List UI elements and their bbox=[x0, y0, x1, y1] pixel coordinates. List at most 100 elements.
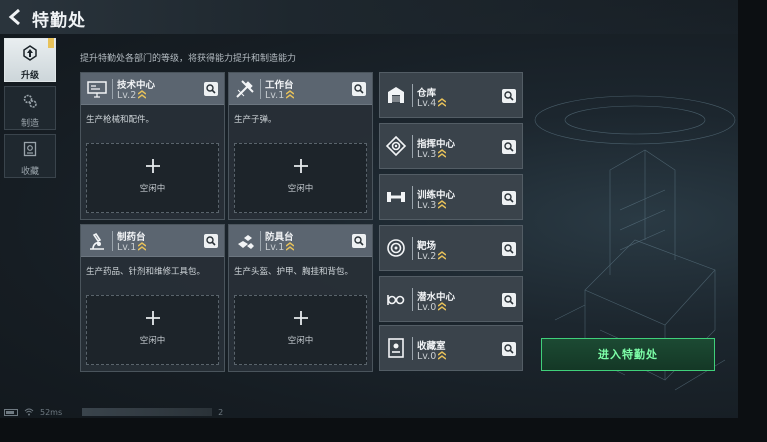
facility-level: Lv.2 bbox=[117, 90, 147, 101]
search-icon bbox=[504, 295, 514, 305]
production-slot[interactable]: 空闲中 bbox=[86, 143, 219, 213]
rank-chevron-icon bbox=[438, 149, 447, 158]
inspect-button[interactable] bbox=[502, 242, 516, 256]
facility-name: 制药台 bbox=[117, 232, 146, 243]
card-header: 制药台 Lv.1 bbox=[81, 225, 224, 257]
search-icon bbox=[206, 236, 216, 246]
slot-status: 空闲中 bbox=[287, 184, 314, 194]
facility-description: 生产头盔、护甲、胸挂和背包。 bbox=[234, 267, 354, 277]
production-slot[interactable]: 空闲中 bbox=[234, 143, 367, 213]
facility-warehouse[interactable]: 仓库 Lv.4 bbox=[379, 72, 523, 118]
facility-name: 收藏室 bbox=[417, 341, 446, 352]
rank-chevron-icon bbox=[438, 251, 447, 260]
page-title: 特勤处 bbox=[32, 11, 86, 31]
search-icon bbox=[504, 91, 514, 101]
facility-name: 靶场 bbox=[417, 241, 437, 252]
tab-craft[interactable]: 制造 bbox=[4, 86, 56, 130]
inspect-button[interactable] bbox=[352, 234, 366, 248]
facility-level: Lv.0 bbox=[417, 351, 447, 362]
rank-chevron-icon bbox=[438, 200, 447, 209]
facility-level: Lv.3 bbox=[417, 149, 447, 160]
gears-icon bbox=[23, 94, 37, 108]
card-pharmacy: 制药台 Lv.1 生产药品、针剂和维修工具包。 空闲中 bbox=[80, 224, 225, 372]
collection-icon bbox=[23, 141, 37, 157]
plus-icon bbox=[293, 159, 308, 173]
computer-icon bbox=[86, 78, 108, 100]
inspect-button[interactable] bbox=[502, 293, 516, 307]
production-slot[interactable]: 空闲中 bbox=[234, 295, 367, 365]
back-button[interactable] bbox=[6, 7, 26, 27]
card-workbench: 工作台 Lv.1 生产子弹。 空闲中 bbox=[228, 72, 373, 220]
facility-name: 仓库 bbox=[417, 88, 437, 99]
plus-icon bbox=[145, 311, 160, 325]
facility-name: 潜水中心 bbox=[417, 292, 456, 303]
inspect-button[interactable] bbox=[352, 82, 366, 96]
facility-level: Lv.1 bbox=[265, 90, 295, 101]
facility-description: 生产药品、针剂和维修工具包。 bbox=[86, 267, 206, 277]
tab-collection[interactable]: 收藏 bbox=[4, 134, 56, 178]
sidebar-tabs: 升级 制造 收藏 bbox=[4, 38, 56, 182]
search-icon bbox=[354, 84, 364, 94]
card-armor-bench: 防具台 Lv.1 生产头盔、护甲、胸挂和背包。 空闲中 bbox=[228, 224, 373, 372]
facility-name: 技术中心 bbox=[117, 80, 156, 91]
wifi-icon bbox=[24, 408, 34, 416]
tab-upgrade[interactable]: 升级 bbox=[4, 38, 56, 82]
facility-level: Lv.4 bbox=[417, 98, 447, 109]
rank-chevron-icon bbox=[438, 98, 447, 107]
facility-level: Lv.1 bbox=[117, 242, 147, 253]
facility-name: 工作台 bbox=[265, 80, 294, 91]
inspect-button[interactable] bbox=[204, 82, 218, 96]
player-id-suffix: 2 bbox=[218, 407, 224, 417]
card-header: 工作台 Lv.1 bbox=[229, 73, 372, 105]
tab-collection-label: 收藏 bbox=[20, 167, 39, 177]
inspect-button[interactable] bbox=[502, 140, 516, 154]
facility-training-center[interactable]: 训练中心 Lv.3 bbox=[379, 174, 523, 220]
player-id-bar bbox=[82, 408, 213, 416]
rank-chevron-icon bbox=[286, 90, 295, 99]
search-icon bbox=[504, 344, 514, 354]
upgrade-icon bbox=[23, 45, 37, 61]
facility-command-center[interactable]: 指挥中心 Lv.3 bbox=[379, 123, 523, 169]
trophy-room-icon bbox=[384, 336, 408, 360]
rank-chevron-icon bbox=[438, 351, 447, 360]
slot-status: 空闲中 bbox=[139, 184, 166, 194]
rank-chevron-icon bbox=[286, 242, 295, 251]
ping-readout: 52ms bbox=[40, 407, 63, 417]
facility-level: Lv.2 bbox=[417, 251, 447, 262]
tab-craft-label: 制造 bbox=[20, 119, 39, 129]
search-icon bbox=[504, 244, 514, 254]
facility-level: Lv.1 bbox=[265, 242, 295, 253]
battery-icon bbox=[4, 408, 18, 416]
production-slot[interactable]: 空闲中 bbox=[86, 295, 219, 365]
search-icon bbox=[504, 142, 514, 152]
slot-status: 空闲中 bbox=[287, 336, 314, 346]
facility-diving-center[interactable]: 潜水中心 Lv.0 bbox=[379, 276, 523, 322]
inspect-button[interactable] bbox=[502, 342, 516, 356]
search-icon bbox=[206, 84, 216, 94]
diving-icon bbox=[384, 287, 408, 311]
warehouse-icon bbox=[384, 83, 408, 107]
screen-bezel bbox=[738, 0, 767, 442]
inspect-button[interactable] bbox=[502, 89, 516, 103]
page-subtitle: 提升特勤处各部门的等级，将获得能力提升和制造能力 bbox=[80, 54, 297, 64]
inspect-button[interactable] bbox=[502, 191, 516, 205]
screen-bezel bbox=[0, 418, 767, 442]
game-screen: 特勤处 升级 制造 收藏 提升特勤处各部门的等级，将获得能力提升和制造能力 技术… bbox=[0, 0, 738, 418]
tools-icon bbox=[234, 78, 256, 100]
card-header: 技术中心 Lv.2 bbox=[81, 73, 224, 105]
facility-shooting-range[interactable]: 靶场 Lv.2 bbox=[379, 225, 523, 271]
facility-collection-room[interactable]: 收藏室 Lv.0 bbox=[379, 325, 523, 371]
facility-description: 生产枪械和配件。 bbox=[86, 115, 155, 125]
card-tech-center: 技术中心 Lv.2 生产枪械和配件。 空闲中 bbox=[80, 72, 225, 220]
inspect-button[interactable] bbox=[204, 234, 218, 248]
rank-chevron-icon bbox=[438, 302, 447, 311]
chevron-left-icon bbox=[8, 8, 20, 26]
status-bar: 52ms 2 bbox=[4, 406, 223, 418]
rank-chevron-icon bbox=[138, 90, 147, 99]
facility-description: 生产子弹。 bbox=[234, 115, 277, 125]
tab-upgrade-label: 升级 bbox=[20, 71, 39, 81]
card-header: 防具台 Lv.1 bbox=[229, 225, 372, 257]
armor-icon bbox=[234, 230, 256, 252]
enter-special-ops-button[interactable]: 进入特勤处 bbox=[541, 338, 715, 371]
facility-name: 训练中心 bbox=[417, 190, 456, 201]
